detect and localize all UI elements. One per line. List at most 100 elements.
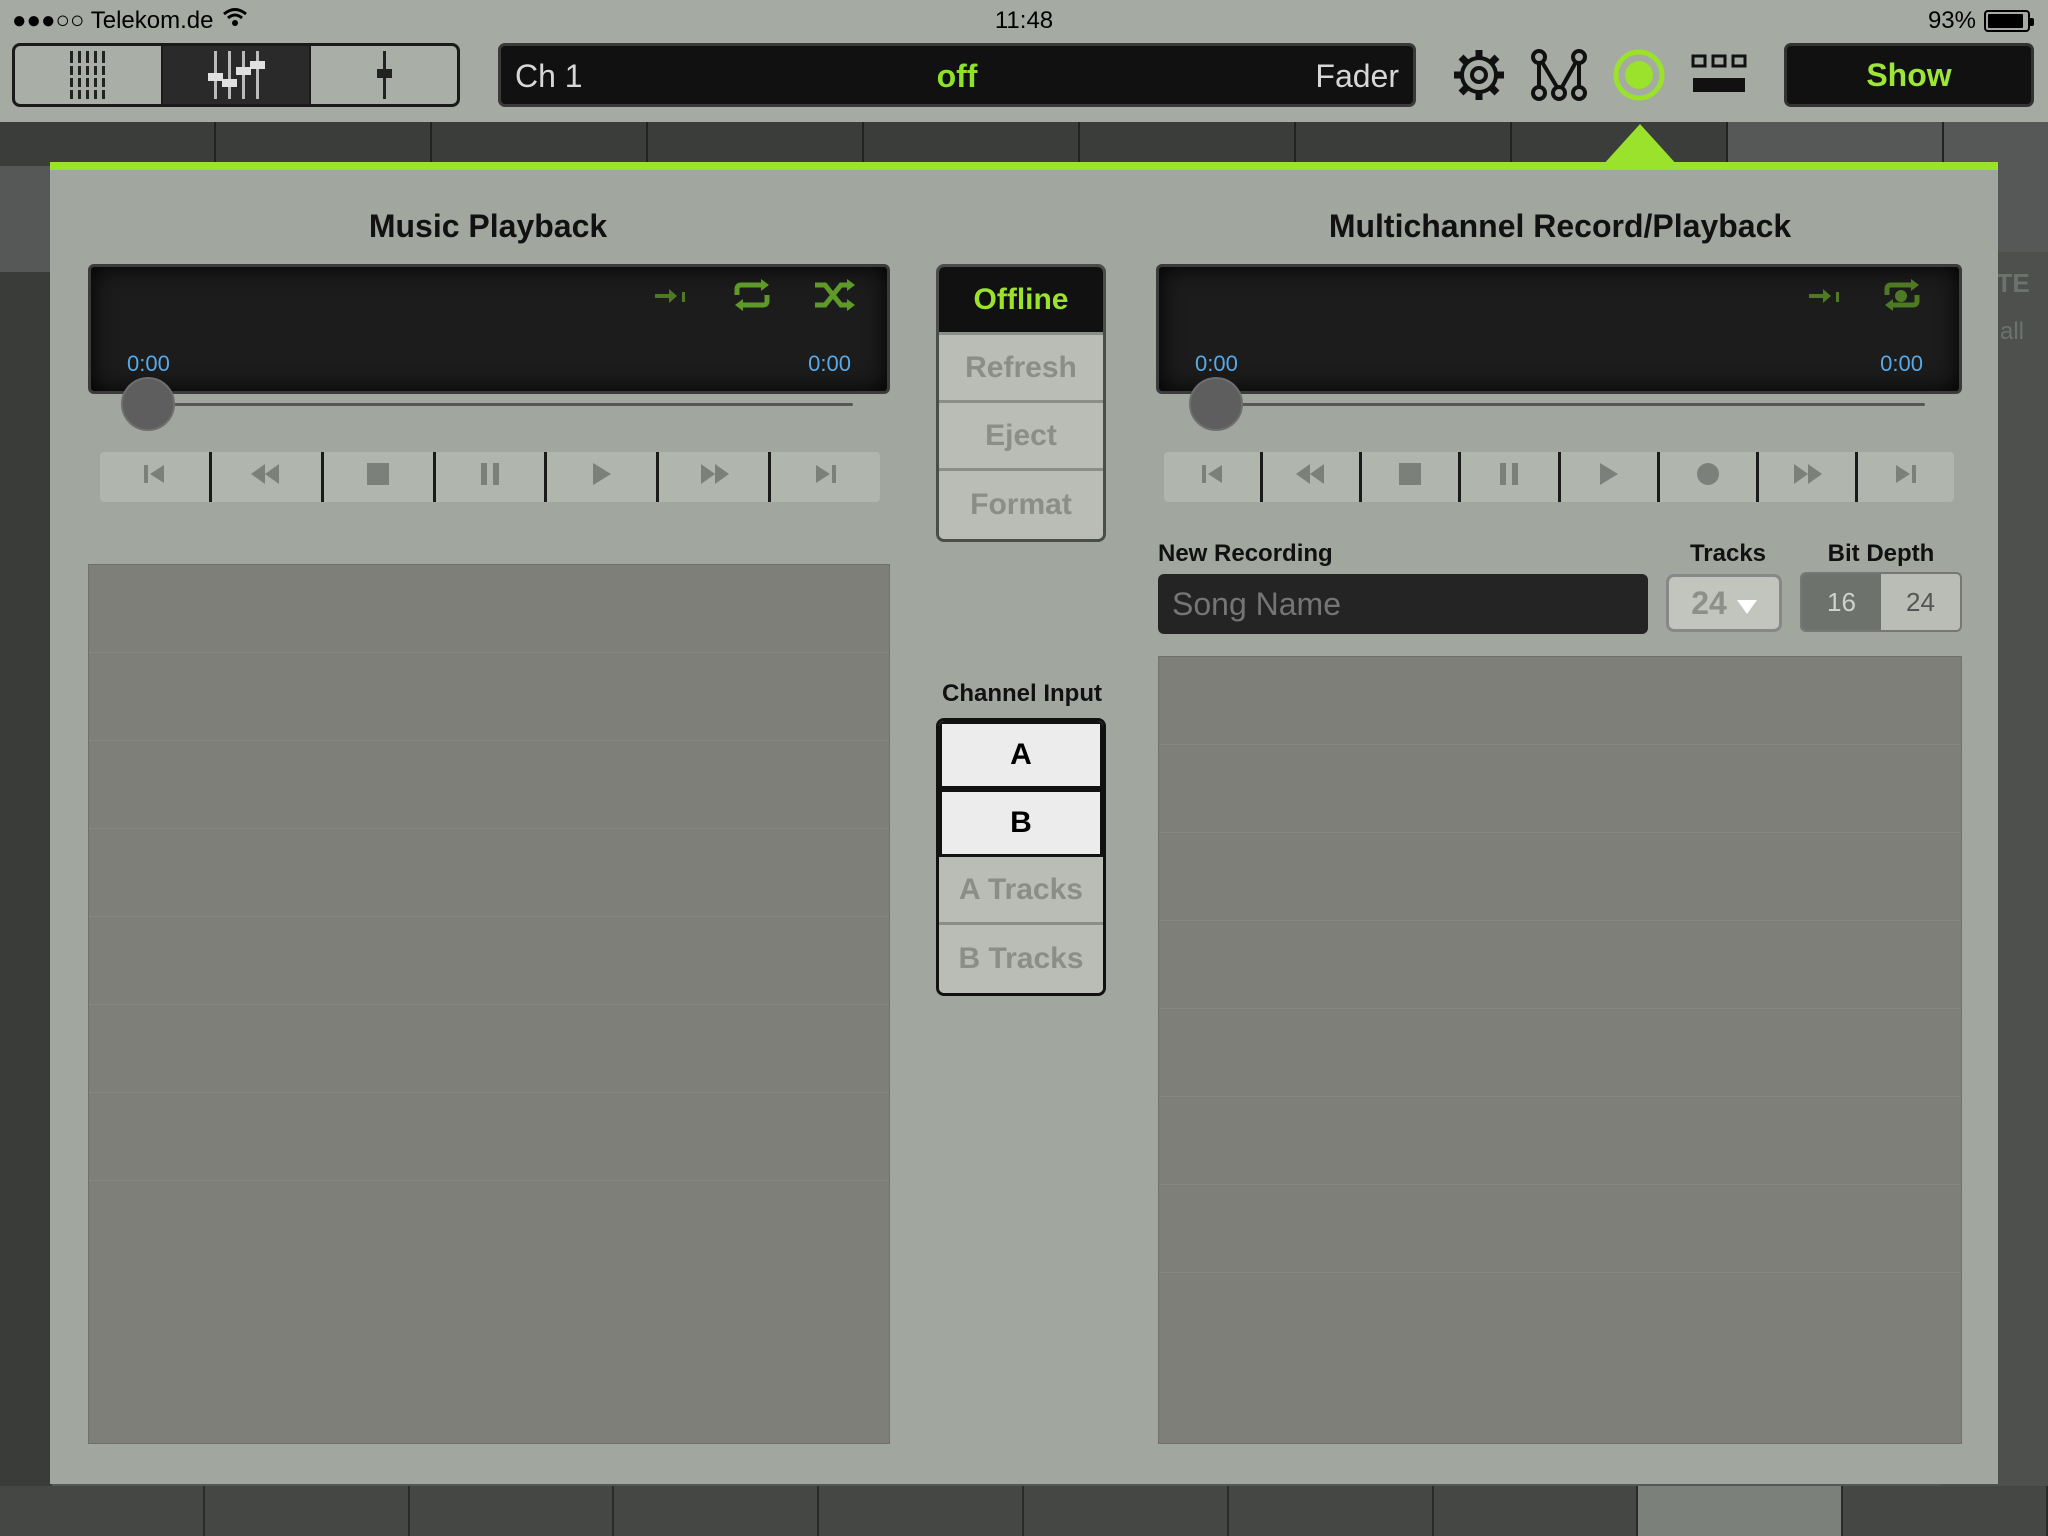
a-tracks-button[interactable]: A Tracks [939, 857, 1103, 925]
battery-indicator: 93% [1927, 7, 2034, 35]
view-mixer-button[interactable] [163, 46, 311, 104]
music-stop-button[interactable] [324, 452, 436, 502]
list-item[interactable] [1159, 833, 1961, 921]
list-item[interactable] [1159, 921, 1961, 1009]
offline-status: Offline [939, 267, 1103, 335]
list-item[interactable] [89, 741, 889, 829]
record-icon [1696, 462, 1720, 493]
music-playback-display: 0:00 0:00 [88, 264, 890, 431]
multitrack-elapsed-time: 0:00 [1195, 351, 1238, 376]
tracks-dropdown[interactable]: 24 [1666, 574, 1782, 632]
repeat-one-icon[interactable] [1881, 279, 1923, 318]
multitrack-song-list[interactable] [1158, 656, 1962, 1444]
battery-percent: 93% [1927, 7, 1976, 34]
stop-icon [1399, 462, 1422, 492]
music-remaining-time: 0:00 [808, 351, 851, 376]
shuffle-icon[interactable] [813, 279, 857, 318]
faders-icon [208, 51, 265, 99]
channel-strip-header [0, 122, 216, 166]
skip-forward-icon [1894, 463, 1918, 492]
input-a-button[interactable]: A [939, 721, 1103, 789]
multitrack-fast-forward-button[interactable] [1759, 452, 1858, 502]
tracks-label: Tracks [1689, 540, 1767, 567]
channel-strip-header [864, 122, 1080, 166]
skip-forward-icon [814, 463, 838, 492]
multitrack-play-button[interactable] [1561, 452, 1660, 502]
channel-input-selector: A B A Tracks B Tracks [936, 718, 1106, 996]
list-item[interactable] [1159, 1097, 1961, 1185]
multitrack-skip-forward-button[interactable] [1858, 452, 1954, 502]
layout-icon[interactable] [1688, 45, 1750, 105]
battery-icon [1984, 10, 2034, 32]
music-rewind-button[interactable] [212, 452, 324, 502]
music-skip-forward-button[interactable] [771, 452, 880, 502]
toolbar: Ch 1 off Fader Show [0, 40, 2048, 122]
bit-depth-selector: 16 24 [1800, 572, 1962, 632]
channel-strip-header [648, 122, 864, 166]
show-button[interactable]: Show [1784, 43, 2034, 107]
popover-pointer [1602, 124, 1678, 166]
fast-forward-icon [699, 463, 729, 491]
channel-strip-header [432, 122, 648, 166]
rewind-icon [1296, 463, 1326, 491]
repeat-icon[interactable] [731, 279, 773, 318]
mute-all-label: all [2000, 318, 2025, 345]
channel-display[interactable]: Ch 1 off Fader [498, 43, 1416, 107]
music-play-button[interactable] [547, 452, 660, 502]
music-fast-forward-button[interactable] [659, 452, 772, 502]
eject-button[interactable]: Eject [939, 403, 1103, 471]
multichannel-title: Multichannel Record/Playback [1328, 208, 1792, 244]
settings-icon[interactable] [1448, 45, 1510, 105]
multitrack-skip-back-button[interactable] [1164, 452, 1264, 502]
multitrack-record-button[interactable] [1660, 452, 1759, 502]
channel-strip-header [1080, 122, 1296, 166]
list-item[interactable] [1159, 657, 1961, 745]
list-item[interactable] [1159, 745, 1961, 833]
single-fader-icon [377, 51, 392, 99]
music-progress-knob[interactable] [121, 377, 175, 431]
new-recording-label: New Recording [1158, 540, 1333, 567]
song-name-input[interactable] [1158, 574, 1648, 634]
music-transport-bar [100, 452, 880, 502]
list-item[interactable] [89, 653, 889, 741]
record-icon[interactable] [1608, 45, 1670, 105]
status-bar: ●●●○○ Telekom.de 11:48 93% [0, 0, 2048, 40]
list-item[interactable] [1159, 1185, 1961, 1273]
multitrack-stop-button[interactable] [1362, 452, 1462, 502]
refresh-button[interactable]: Refresh [939, 335, 1103, 403]
music-playback-title: Music Playback [368, 208, 608, 244]
channel-strip-header [1296, 122, 1512, 166]
list-item[interactable] [89, 1005, 889, 1093]
bit-depth-16-option[interactable]: 16 [1802, 574, 1881, 630]
routing-icon[interactable] [1528, 45, 1590, 105]
music-skip-back-button[interactable] [100, 452, 212, 502]
multitrack-progress-knob[interactable] [1189, 377, 1243, 431]
multitrack-pause-button[interactable] [1461, 452, 1561, 502]
list-item[interactable] [89, 829, 889, 917]
left-strip [0, 272, 52, 1512]
list-item[interactable] [89, 917, 889, 1005]
music-playlist[interactable] [88, 564, 890, 1444]
multitrack-rewind-button[interactable] [1263, 452, 1363, 502]
multitrack-progress-track [1203, 403, 1925, 406]
bit-depth-24-option[interactable]: 24 [1881, 574, 1960, 630]
channel-strip-header [216, 122, 432, 166]
play-once-icon[interactable] [1807, 283, 1843, 315]
view-overview-button[interactable] [15, 46, 163, 104]
list-item[interactable] [89, 565, 889, 653]
pause-icon [479, 462, 501, 492]
list-item[interactable] [1159, 1009, 1961, 1097]
music-pause-button[interactable] [436, 452, 548, 502]
b-tracks-button[interactable]: B Tracks [939, 925, 1103, 993]
media-controls: Offline Refresh Eject Format [936, 264, 1106, 542]
channel-mode: Fader [1315, 58, 1399, 94]
channel-state: off [936, 58, 978, 94]
list-item[interactable] [89, 1093, 889, 1181]
format-button[interactable]: Format [939, 471, 1103, 539]
view-channel-button[interactable] [311, 46, 457, 104]
multitrack-remaining-time: 0:00 [1880, 351, 1923, 376]
rewind-icon [251, 463, 281, 491]
chevron-down-icon [1736, 585, 1757, 622]
input-b-button[interactable]: B [939, 789, 1103, 857]
play-once-icon[interactable] [653, 283, 689, 315]
